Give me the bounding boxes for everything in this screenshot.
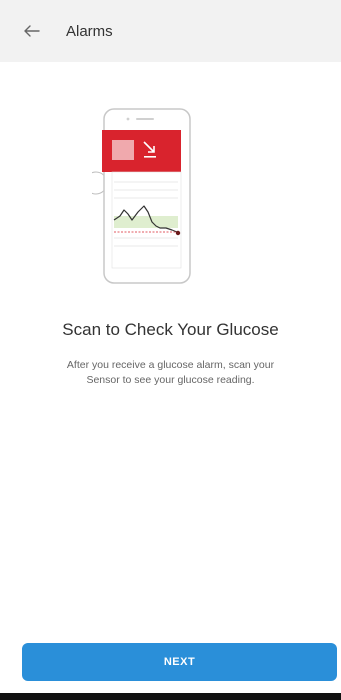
system-navigation-bar [0, 693, 341, 700]
headline: Scan to Check Your Glucose [62, 320, 279, 339]
description-text: After you receive a glucose alarm, scan … [66, 359, 275, 386]
back-button[interactable] [20, 19, 44, 43]
arrow-left-icon [24, 25, 40, 37]
phone-scan-illustration [92, 108, 191, 284]
next-button[interactable]: NEXT [22, 643, 337, 681]
app-bar: Alarms [0, 0, 341, 62]
page-title: Alarms [66, 22, 113, 40]
